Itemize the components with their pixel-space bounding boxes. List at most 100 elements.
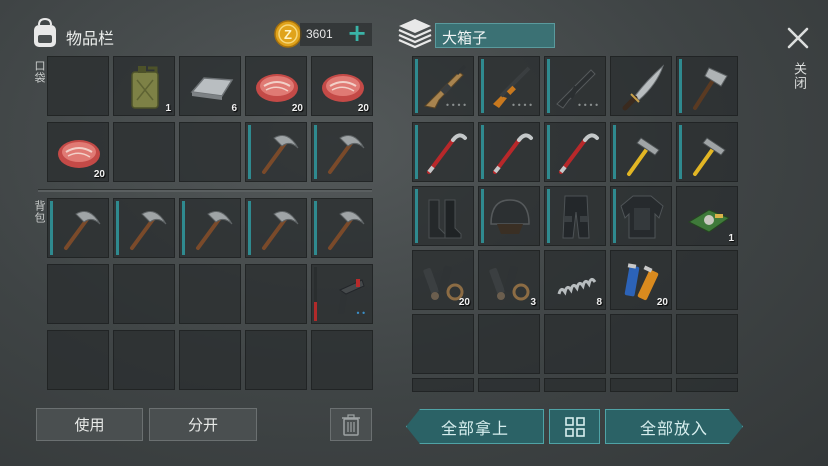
container-slot-shotgun[interactable]: •••• xyxy=(478,56,540,116)
inventory-slot-empty[interactable] xyxy=(47,330,109,390)
slot-quantity: 20 xyxy=(458,297,470,308)
durability-bar xyxy=(481,189,484,243)
slot-quantity: 20 xyxy=(93,169,105,180)
inventory-slot-jerrycan[interactable]: 1 xyxy=(113,56,175,116)
inventory-slot-empty[interactable] xyxy=(245,330,307,390)
container-slot-empty[interactable] xyxy=(676,378,738,392)
container-slot-machete[interactable] xyxy=(610,56,672,116)
inventory-slot-pickaxe[interactable] xyxy=(47,198,109,258)
container-slot-hammer[interactable] xyxy=(610,122,672,182)
container-slot-rifle[interactable]: •••• xyxy=(412,56,474,116)
inventory-slot-empty[interactable] xyxy=(47,56,109,116)
svg-text:Z: Z xyxy=(284,27,292,42)
inventory-slot-pickaxe[interactable] xyxy=(179,198,241,258)
inventory-slot-pickaxe[interactable] xyxy=(245,198,307,258)
container-slot-axe[interactable] xyxy=(676,56,738,116)
inventory-slot-empty[interactable] xyxy=(47,264,109,324)
container-slot-empty[interactable] xyxy=(412,314,474,374)
inventory-slot-empty[interactable] xyxy=(311,330,373,390)
inventory-slot-iron-bar[interactable]: 6 xyxy=(179,56,241,116)
axe-icon xyxy=(693,67,728,110)
inventory-slot-empty[interactable] xyxy=(179,122,241,182)
container-slot-empty[interactable] xyxy=(478,314,540,374)
container-slot-hammer[interactable] xyxy=(676,122,738,182)
durability-bar xyxy=(314,201,317,255)
slot-quantity: 1 xyxy=(728,233,734,244)
durability-bar xyxy=(481,59,484,113)
slot-quantity: 20 xyxy=(291,103,303,114)
container-slot-batteries[interactable]: 20 xyxy=(610,250,672,310)
pants-icon xyxy=(562,195,590,239)
durability-bar xyxy=(547,59,550,113)
durability-bar xyxy=(314,125,317,179)
inventory-slot-meat[interactable]: 20 xyxy=(47,122,109,182)
inventory-slot-empty[interactable] xyxy=(245,264,307,324)
section-divider xyxy=(38,189,372,192)
inventory-slot-meat[interactable]: 20 xyxy=(245,56,307,116)
durability-bar xyxy=(182,201,185,255)
inventory-slot-empty[interactable] xyxy=(179,264,241,324)
spring-icon xyxy=(557,277,597,296)
take-all-button[interactable]: 全部拿上 xyxy=(406,409,544,444)
container-slot-empty[interactable] xyxy=(412,378,474,392)
container-slot-assault-rifle[interactable]: •••• xyxy=(544,56,606,116)
pickaxe-icon xyxy=(196,209,234,250)
container-slot-circuit-chip[interactable]: 1 xyxy=(676,186,738,246)
slot-quantity: 6 xyxy=(231,103,237,114)
put-all-button[interactable]: 全部放入 xyxy=(605,409,743,444)
helmet-icon xyxy=(490,199,530,234)
slot-quantity: 20 xyxy=(656,297,668,308)
container-slot-body-armor[interactable] xyxy=(610,186,672,246)
container-slot-boots[interactable] xyxy=(412,186,474,246)
hammer-icon xyxy=(627,136,661,176)
container-slot-empty[interactable] xyxy=(610,378,672,392)
close-label: 关闭 xyxy=(791,62,806,90)
container-slot-helmet[interactable] xyxy=(478,186,540,246)
slot-quantity: 8 xyxy=(596,297,602,308)
split-button[interactable]: 分开 xyxy=(149,408,257,441)
inventory-slot-empty[interactable] xyxy=(113,330,175,390)
container-slot-empty[interactable] xyxy=(478,378,540,392)
backpack-icon xyxy=(30,17,60,49)
ammo-indicator: •••• xyxy=(511,101,534,110)
inventory-slot-empty[interactable] xyxy=(113,264,175,324)
inventory-slot-empty[interactable] xyxy=(113,122,175,182)
durability-bar xyxy=(248,201,251,255)
container-slot-crowbar[interactable] xyxy=(478,122,540,182)
slot-quantity: 20 xyxy=(357,103,369,114)
durability-bar xyxy=(415,59,418,113)
container-slot-empty[interactable] xyxy=(610,314,672,374)
container-slot-armored-pants[interactable] xyxy=(544,186,606,246)
container-slot-parts[interactable]: 3 xyxy=(478,250,540,310)
trash-button[interactable] xyxy=(330,408,372,441)
container-slot-empty[interactable] xyxy=(544,378,606,392)
container-slot-crowbar[interactable] xyxy=(412,122,474,182)
inventory-slot-empty[interactable] xyxy=(179,330,241,390)
container-slot-crowbar[interactable] xyxy=(544,122,606,182)
inventory-slot-pickaxe[interactable] xyxy=(311,122,373,182)
container-slot-empty[interactable] xyxy=(676,314,738,374)
durability-bar xyxy=(116,201,119,255)
durability-bar xyxy=(547,189,550,243)
sort-button[interactable] xyxy=(549,409,600,444)
inventory-slot-pickaxe[interactable] xyxy=(311,198,373,258)
container-slot-springs[interactable]: 8 xyxy=(544,250,606,310)
inventory-slot-pickaxe[interactable] xyxy=(245,122,307,182)
durability-bar xyxy=(415,125,418,179)
use-button[interactable]: 使用 xyxy=(36,408,143,441)
container-slot-parts[interactable]: 20 xyxy=(412,250,474,310)
crowbar-icon xyxy=(427,133,467,174)
container-title: 大箱子 xyxy=(442,29,488,47)
container-slot-empty[interactable] xyxy=(544,314,606,374)
close-button[interactable] xyxy=(784,24,812,52)
durability-bar xyxy=(679,59,682,113)
inventory-slot-nail-gun[interactable]: •• xyxy=(311,264,373,324)
inventory-slot-pickaxe[interactable] xyxy=(113,198,175,258)
durability-bar xyxy=(679,125,682,179)
box-icon xyxy=(397,17,433,49)
inventory-slot-meat[interactable]: 20 xyxy=(311,56,373,116)
pickaxe-icon xyxy=(328,209,366,250)
add-currency-button[interactable]: + xyxy=(346,21,368,46)
iron-bar-icon xyxy=(190,77,234,100)
container-slot-empty[interactable] xyxy=(676,250,738,310)
